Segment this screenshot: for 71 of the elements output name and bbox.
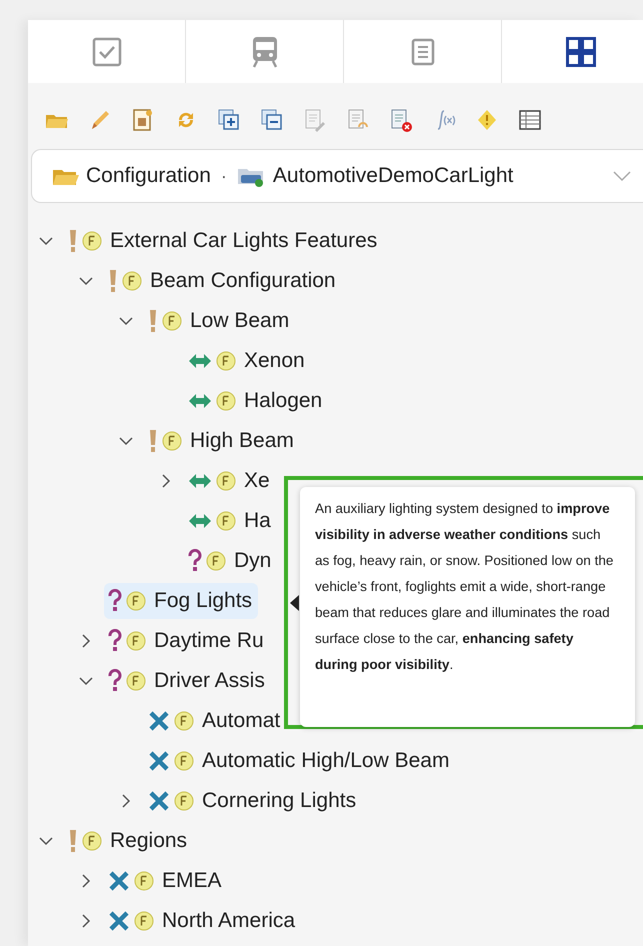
breadcrumb-item: Configuration: [86, 164, 211, 188]
tooltip-pointer: [290, 595, 299, 611]
feature-icon: [82, 231, 102, 251]
tree-item[interactable]: Fog Lights: [104, 583, 258, 619]
tree-item[interactable]: Dyn: [184, 543, 278, 579]
feature-icon: [174, 751, 194, 771]
cross-icon: [108, 910, 130, 932]
feature-icon: [206, 551, 226, 571]
separator-dot: ·: [220, 166, 227, 186]
question-mark-icon: [108, 589, 122, 613]
tree-item[interactable]: EMEA: [104, 863, 228, 899]
double-arrow-icon: [188, 353, 212, 369]
checkbox-icon: [92, 36, 122, 66]
grid-icon: [566, 36, 596, 66]
feature-icon: [162, 311, 182, 331]
question-mark-icon: [108, 629, 122, 653]
question-mark-icon: [108, 669, 122, 693]
feature-icon: [174, 791, 194, 811]
configuration-combo[interactable]: Configuration · AutomotiveDemoCarLight: [31, 149, 643, 203]
tree-item[interactable]: Beam Configuration: [104, 263, 342, 299]
tree-item[interactable]: High Beam: [144, 423, 300, 459]
feature-icon: [126, 671, 146, 691]
expand-all-icon: [217, 108, 241, 132]
tree-item[interactable]: External Car Lights Features: [64, 223, 384, 259]
train-icon: [250, 36, 278, 68]
feature-icon: [122, 271, 142, 291]
feature-icon: [174, 711, 194, 731]
exclamation-icon: [68, 229, 78, 253]
feature-icon: [216, 351, 236, 371]
feature-icon: [134, 871, 154, 891]
collapse-all-icon: [260, 108, 284, 132]
tree-item[interactable]: Automat: [144, 703, 286, 739]
tree-item[interactable]: Xe: [184, 463, 276, 499]
document-delete-icon: [389, 108, 413, 132]
exclamation-icon: [108, 269, 118, 293]
feature-icon: [126, 631, 146, 651]
cross-icon: [148, 790, 170, 812]
cross-icon: [148, 710, 170, 732]
table-icon: [518, 108, 542, 132]
double-arrow-icon: [188, 513, 212, 529]
document-pen-icon: [303, 108, 327, 132]
exclamation-icon: [148, 429, 158, 453]
template-icon: [131, 108, 155, 132]
tree-item[interactable]: Automatic High/Low Beam: [144, 743, 456, 779]
question-mark-icon: [188, 549, 202, 573]
tree-item[interactable]: Ha: [184, 503, 277, 539]
tree-item[interactable]: Low Beam: [144, 303, 296, 339]
document-icon: [410, 38, 434, 66]
feature-icon: [162, 431, 182, 451]
double-arrow-icon: [188, 393, 212, 409]
tree-item[interactable]: Regions: [64, 823, 194, 859]
tree-item[interactable]: Xenon: [184, 343, 311, 379]
double-arrow-icon: [188, 473, 212, 489]
exclamation-icon: [148, 309, 158, 333]
feature-icon: [216, 511, 236, 531]
cross-icon: [148, 750, 170, 772]
tree-item[interactable]: North America: [104, 903, 302, 939]
feature-icon: [216, 391, 236, 411]
tree-item[interactable]: Halogen: [184, 383, 328, 419]
breadcrumb-item: AutomotiveDemoCarLight: [272, 164, 514, 188]
tree-item[interactable]: Daytime Ru: [104, 623, 270, 659]
feature-icon: [134, 911, 154, 931]
tooltip-text: An auxiliary lighting system designed to improve visibility in adverse weather conditions such as fog, heavy rain, or snow. Positioned low on the vehicle’s front, foglights emit a wide, short-range beam that reduces glare and illuminates the road surface close to the car, enhancing safety during poor visibility.: [315, 500, 614, 674]
warning-icon: [475, 108, 499, 132]
exclamation-icon: [68, 829, 78, 853]
feature-icon: [216, 471, 236, 491]
cross-icon: [108, 870, 130, 892]
feature-icon: [82, 831, 102, 851]
feature-icon: [126, 591, 146, 611]
tree-item[interactable]: Driver Assis: [104, 663, 271, 699]
tree-item[interactable]: Cornering Lights: [144, 783, 362, 819]
